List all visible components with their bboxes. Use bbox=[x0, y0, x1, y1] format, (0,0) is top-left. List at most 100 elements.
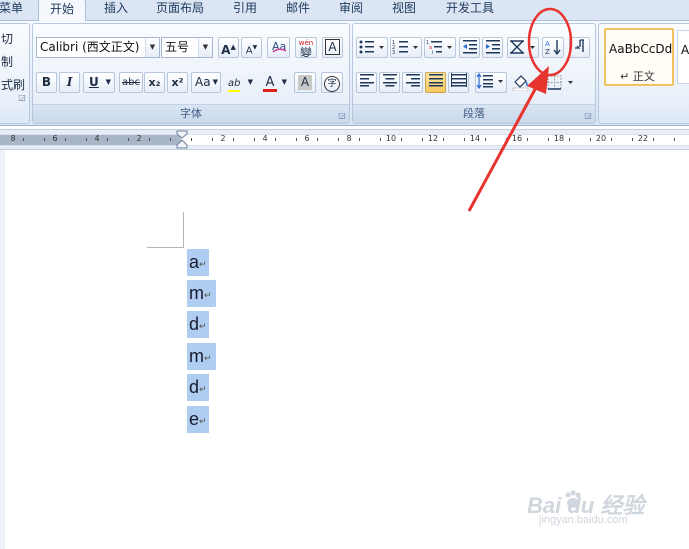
style-normal[interactable]: AaBbCcDd ↵ 正文 bbox=[604, 28, 674, 86]
text-highlight-button[interactable]: ab ▼ bbox=[224, 72, 256, 93]
ruler-tick bbox=[590, 138, 591, 141]
ruler-number: 8 bbox=[10, 134, 16, 143]
show-hide-marks-button[interactable] bbox=[569, 37, 590, 58]
align-right-button[interactable] bbox=[402, 72, 423, 93]
enclose-characters-label: 字 bbox=[324, 76, 340, 92]
document-line[interactable]: e↵ bbox=[187, 406, 209, 433]
ruler-tick bbox=[296, 138, 297, 141]
document-line[interactable]: d↵ bbox=[187, 311, 209, 338]
clipboard-group: 切 制 式刷 ◲ bbox=[0, 23, 30, 124]
font-color-button[interactable]: A ▼ bbox=[258, 72, 290, 93]
change-case-button[interactable]: Aa ▼ bbox=[191, 72, 221, 93]
borders-button[interactable] bbox=[545, 72, 577, 93]
underline-button[interactable]: U ▼ bbox=[83, 72, 115, 93]
paragraph-mark: ↵ bbox=[199, 321, 207, 331]
decrease-indent-button[interactable] bbox=[459, 37, 480, 58]
shrink-font-button[interactable]: A▼ bbox=[241, 37, 262, 58]
chevron-down-icon[interactable]: ▼ bbox=[198, 38, 212, 57]
chevron-down-icon[interactable]: ▼ bbox=[213, 73, 218, 92]
sort-button[interactable]: A Z bbox=[542, 37, 564, 58]
chevron-down-icon[interactable]: ▼ bbox=[145, 38, 159, 57]
style-normal-label: ↵ 正文 bbox=[620, 70, 655, 83]
character-border-button[interactable]: A bbox=[322, 37, 343, 58]
paragraph-mark: ↵ bbox=[204, 290, 212, 300]
font-dialog-launcher-icon[interactable]: ◲ bbox=[337, 111, 347, 121]
clear-format-button[interactable]: Aa bbox=[267, 37, 290, 58]
change-case-label: Aa bbox=[195, 75, 211, 89]
ruler-tick bbox=[128, 138, 129, 141]
chevron-down-icon[interactable]: ▼ bbox=[248, 73, 253, 92]
tab-review[interactable]: 审阅 bbox=[331, 0, 371, 20]
underline-label: U bbox=[89, 75, 99, 89]
distributed-align-button[interactable] bbox=[448, 72, 469, 93]
clear-format-icon: Aa bbox=[272, 40, 286, 53]
justify-button[interactable] bbox=[425, 72, 446, 93]
document-line[interactable]: m↵ bbox=[187, 343, 216, 370]
subscript-button[interactable]: x₂ bbox=[144, 72, 165, 93]
enclose-characters-button[interactable]: 字 bbox=[321, 72, 343, 93]
tab-mailings[interactable]: 邮件 bbox=[278, 0, 318, 20]
numbering-button[interactable]: 1 2 3 bbox=[390, 37, 422, 58]
align-left-button[interactable] bbox=[356, 72, 377, 93]
bold-button[interactable]: B bbox=[36, 72, 57, 93]
paragraph-dialog-launcher-icon[interactable]: ◲ bbox=[583, 111, 593, 121]
tab-developer[interactable]: 开发工具 bbox=[438, 0, 502, 20]
cut-button[interactable]: 切 bbox=[1, 30, 13, 47]
tab-home[interactable]: 开始 bbox=[38, 0, 86, 21]
style-no-spacing[interactable]: Aa bbox=[677, 30, 689, 84]
shading-button[interactable] bbox=[510, 72, 542, 93]
chevron-down-icon[interactable]: ▼ bbox=[106, 73, 111, 92]
ruler-tick bbox=[527, 138, 528, 141]
tab-page-layout[interactable]: 页面布局 bbox=[148, 0, 212, 20]
baidu-watermark: Bai du 经验 jingyan.baidu.com bbox=[527, 488, 644, 526]
tab-view[interactable]: 视图 bbox=[384, 0, 424, 20]
ruler-tick bbox=[485, 138, 486, 141]
character-shading-button[interactable]: A bbox=[294, 72, 316, 93]
tab-insert[interactable]: 插入 bbox=[96, 0, 136, 20]
line-text: d bbox=[189, 377, 200, 397]
multilevel-list-button[interactable]: 1 a i bbox=[424, 37, 456, 58]
copy-button[interactable]: 制 bbox=[1, 53, 13, 70]
ruler-tick bbox=[23, 138, 24, 141]
clipboard-launcher-icon[interactable]: ◲ bbox=[17, 93, 27, 103]
svg-text:Z: Z bbox=[545, 48, 550, 56]
strikethrough-button[interactable]: abc bbox=[119, 72, 143, 93]
ruler-number: 16 bbox=[511, 134, 523, 143]
paw-logo-icon bbox=[565, 490, 581, 508]
ruler-number: 2 bbox=[220, 134, 226, 143]
ruler-number: 18 bbox=[553, 134, 565, 143]
chevron-down-icon[interactable]: ▼ bbox=[282, 73, 287, 92]
ribbon-tab-bar: 菜单 开始 插入 页面布局 引用 邮件 审阅 视图 开发工具 bbox=[0, 0, 689, 21]
ruler-tick bbox=[401, 138, 402, 141]
ruler-tick bbox=[233, 138, 234, 141]
ruler-number: 22 bbox=[637, 134, 649, 143]
document-line[interactable]: d↵ bbox=[187, 374, 209, 401]
ruler-tick bbox=[674, 138, 675, 141]
font-name-combo[interactable]: Calibri (西文正文) ▼ bbox=[36, 37, 160, 58]
chinese-layout-button[interactable] bbox=[507, 37, 539, 58]
tab-menu[interactable]: 菜单 bbox=[0, 0, 28, 20]
grow-font-button[interactable]: A▲ bbox=[218, 37, 239, 58]
superscript-button[interactable]: x² bbox=[167, 72, 188, 93]
line-text: e bbox=[189, 409, 200, 429]
borders-icon bbox=[547, 75, 573, 90]
align-center-icon bbox=[382, 74, 397, 87]
increase-indent-button[interactable] bbox=[482, 37, 503, 58]
format-painter-button[interactable]: 式刷 bbox=[1, 76, 25, 93]
paint-bucket-icon bbox=[512, 75, 538, 92]
horizontal-ruler[interactable]: 8 6 4 2 2 4 6 8 10 12 14 16 18 20 22 bbox=[0, 129, 689, 150]
bullets-button[interactable] bbox=[356, 37, 388, 58]
line-spacing-button[interactable] bbox=[475, 72, 507, 93]
indent-marker-icon[interactable] bbox=[175, 130, 189, 149]
phonetic-guide-button[interactable]: wén 變 bbox=[295, 37, 317, 58]
tab-references[interactable]: 引用 bbox=[225, 0, 265, 20]
italic-button[interactable]: I bbox=[59, 72, 80, 93]
paragraph-mark: ↵ bbox=[204, 353, 212, 363]
align-center-button[interactable] bbox=[379, 72, 400, 93]
decrease-indent-icon bbox=[462, 40, 477, 54]
document-line[interactable]: a↵ bbox=[187, 249, 209, 276]
ruler-tick bbox=[464, 138, 465, 141]
document-line[interactable]: m↵ bbox=[187, 280, 216, 307]
font-size-combo[interactable]: 五号 ▼ bbox=[161, 37, 213, 58]
ruler-tick bbox=[422, 138, 423, 141]
